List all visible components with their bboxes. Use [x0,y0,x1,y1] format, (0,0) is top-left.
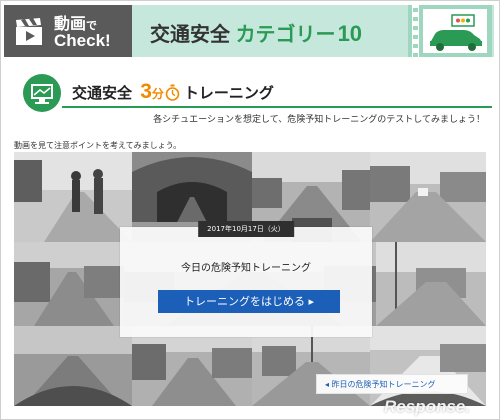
section-divider [62,106,492,108]
training-modal: 2017年10月17日（火） 今日の危険予知トレーニング トレーニングをはじめる… [120,221,372,337]
instruction-text: 動画を見て注意ポイントを考えてみましょう。 [14,141,182,150]
banner-title: 交通安全 カテゴリー10 [150,18,362,47]
stopwatch-icon [165,84,180,101]
banner-title-category: カテゴリー [235,24,336,46]
date-label: 2017年10月17日（火） [198,221,294,237]
section-title-suffix: トレーニング [183,85,274,102]
video-thumbnail[interactable] [14,242,124,326]
clapperboard-icon [16,18,42,45]
video-thumbnail[interactable] [370,152,486,242]
category-banner: 交通安全 カテゴリー10 [132,5,494,57]
response-watermark: Response. [384,397,470,416]
video-check-badge: 動画で Check! [4,5,132,57]
video-thumbnail[interactable] [376,242,486,326]
section-title-number: 3 [140,80,152,103]
banner-title-number: 10 [337,21,363,46]
monitor-icon [23,74,61,112]
section-title: 交通安全 3分 トレーニング [72,80,274,104]
check-label: Check! [54,31,111,50]
banner-title-prefix: 交通安全 [150,24,230,46]
start-training-button[interactable]: トレーニングをはじめる ▸ [158,290,340,313]
video-thumbnail[interactable] [14,152,132,242]
previous-training-button[interactable]: ◂ 昨日の危険予知トレーニング [316,374,468,394]
top-banner[interactable]: 動画で Check! 交通安全 カテゴリー10 [4,5,494,57]
video-thumbnail[interactable] [14,326,132,406]
section-subtitle: 各シチュエーションを想定して、危険予知トレーニングのテストしてみましょう！ [153,115,485,125]
section-title-unit: 分 [151,87,164,101]
film-strip-car-icon [408,5,492,57]
video-thumbnail[interactable] [132,326,252,406]
modal-title: 今日の危険予知トレーニング [181,263,311,274]
section-title-prefix: 交通安全 [72,85,133,102]
